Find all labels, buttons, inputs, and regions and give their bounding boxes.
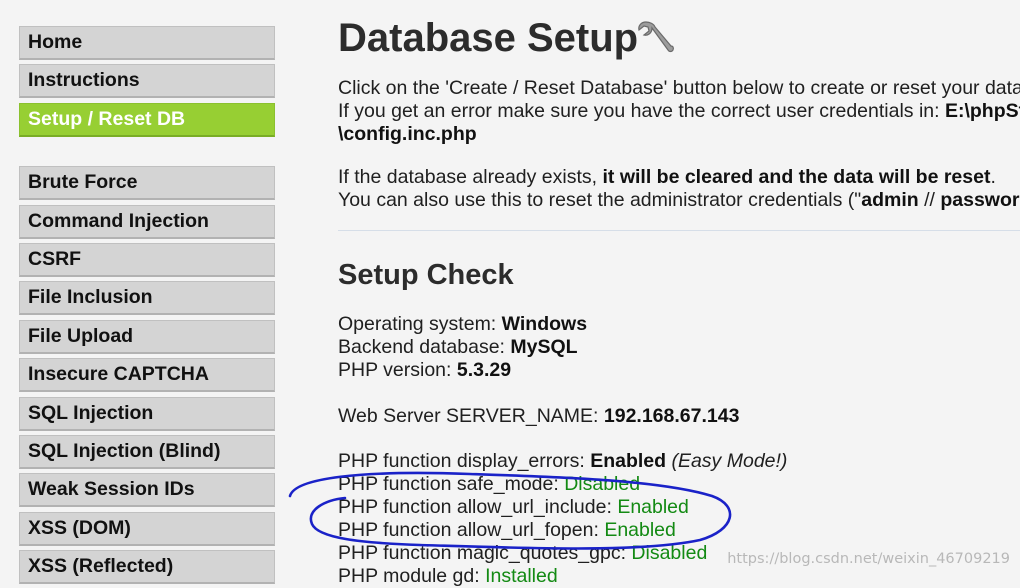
intro-line-2: If you get an error make sure you have t… <box>338 100 1020 123</box>
allow-url-include-label: PHP function allow_url_include: <box>338 496 618 518</box>
php-version-value: 5.3.29 <box>456 359 512 381</box>
config-path-part2: \config.inc.php <box>338 123 477 145</box>
os-value: Windows <box>501 313 588 335</box>
db-label: Backend database: <box>338 336 511 358</box>
credentials-text: You can also use this to reset the admin… <box>338 189 862 211</box>
intro-text: Click on the 'Create / Reset Database' b… <box>338 77 1020 146</box>
nav-item-csrf[interactable]: CSRF <box>19 242 275 277</box>
php-functions: PHP function display_errors: Enabled (Ea… <box>338 450 787 588</box>
gd-module-status: Installed <box>485 565 558 587</box>
nav-item-xss-dom[interactable]: XSS (DOM) <box>19 511 275 546</box>
intro-line-1: Click on the 'Create / Reset Database' b… <box>338 77 1020 99</box>
gd-module-label: PHP module gd: <box>338 565 486 587</box>
allow-url-include-line: PHP function allow_url_include: Enabled <box>338 496 787 519</box>
gd-module-line: PHP module gd: Installed <box>338 565 787 588</box>
db-line: Backend database: MySQL <box>338 336 587 359</box>
section-divider <box>338 230 1020 231</box>
allow-url-fopen-line: PHP function allow_url_fopen: Enabled <box>338 519 787 542</box>
reset-note-prefix: If the database already exists, <box>338 166 603 188</box>
allow-url-fopen-label: PHP function allow_url_fopen: <box>338 519 605 541</box>
nav-gap <box>19 141 275 166</box>
nav-item-sql-injection-blind[interactable]: SQL Injection (Blind) <box>19 434 275 469</box>
db-value: MySQL <box>510 336 578 358</box>
allow-url-fopen-status: Enabled <box>604 519 676 541</box>
nav-item-file-upload[interactable]: File Upload <box>19 319 275 354</box>
os-line: Operating system: Windows <box>338 313 587 336</box>
reset-note-line-2: You can also use this to reset the admin… <box>338 189 1019 212</box>
display-errors-value: Enabled <box>590 450 667 472</box>
nav-item-brute-force[interactable]: Brute Force <box>19 166 275 201</box>
watermark: https://blog.csdn.net/weixin_46709219 <box>727 551 1010 567</box>
server-name-value: 192.168.67.143 <box>603 405 740 427</box>
php-version-label: PHP version: <box>338 359 457 381</box>
display-errors-line: PHP function display_errors: Enabled (Ea… <box>338 450 787 473</box>
nav-item-weak-session-ids[interactable]: Weak Session IDs <box>19 473 275 508</box>
wrench-icon <box>638 21 674 53</box>
server-name-line: Web Server SERVER_NAME: 192.168.67.143 <box>338 405 739 428</box>
nav-item-setup-reset-db[interactable]: Setup / Reset DB <box>19 102 275 137</box>
admin-username: admin <box>861 189 919 211</box>
magic-quotes-status: Disabled <box>631 542 708 564</box>
system-info: Operating system: Windows Backend databa… <box>338 313 587 382</box>
safe-mode-label: PHP function safe_mode: <box>338 473 565 495</box>
magic-quotes-label: PHP function magic_quotes_gpc: <box>338 542 632 564</box>
nav-item-file-inclusion[interactable]: File Inclusion <box>19 281 275 316</box>
nav-item-command-injection[interactable]: Command Injection <box>19 204 275 239</box>
nav-item-sql-injection[interactable]: SQL Injection <box>19 396 275 431</box>
allow-url-include-status: Enabled <box>617 496 689 518</box>
reset-note: If the database already exists, it will … <box>338 166 1019 212</box>
admin-password: passwor <box>940 189 1020 211</box>
page-title: Database Setup <box>338 16 639 60</box>
nav-item-insecure-captcha[interactable]: Insecure CAPTCHA <box>19 358 275 393</box>
intro-line-2-text: If you get an error make sure you have t… <box>338 100 945 122</box>
sidebar-nav: Home Instructions Setup / Reset DB Brute… <box>19 26 275 588</box>
server-name-label: Web Server SERVER_NAME: <box>338 405 604 427</box>
easy-mode-note: (Easy Mode!) <box>666 450 788 472</box>
safe-mode-line: PHP function safe_mode: Disabled <box>338 473 787 496</box>
display-errors-label: PHP function display_errors: <box>338 450 591 472</box>
os-label: Operating system: <box>338 313 502 335</box>
safe-mode-status: Disabled <box>564 473 641 495</box>
reset-note-period: . <box>990 166 996 188</box>
nav-item-instructions[interactable]: Instructions <box>19 64 275 99</box>
magic-quotes-line: PHP function magic_quotes_gpc: Disabled <box>338 542 787 565</box>
nav-item-home[interactable]: Home <box>19 26 275 60</box>
reset-warning: it will be cleared and the data will be … <box>602 166 991 188</box>
config-path-part1: E:\phpSt <box>944 100 1020 122</box>
setup-check-heading: Setup Check <box>338 259 514 291</box>
credentials-separator: // <box>918 189 941 211</box>
intro-line-3: \config.inc.php <box>338 123 1020 146</box>
reset-note-line-1: If the database already exists, it will … <box>338 166 1019 189</box>
php-version-line: PHP version: 5.3.29 <box>338 359 587 382</box>
